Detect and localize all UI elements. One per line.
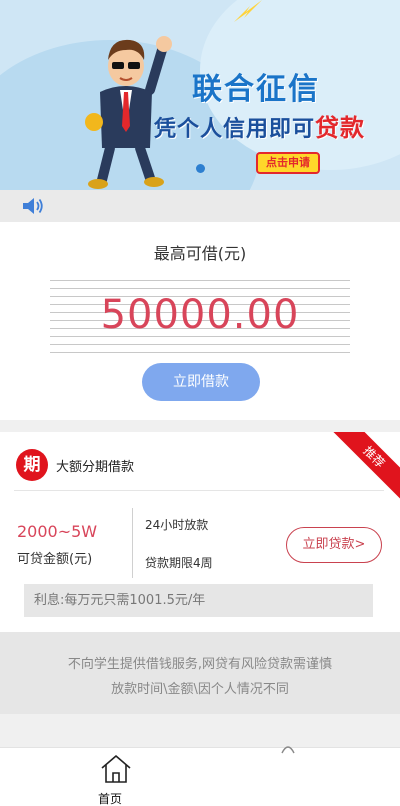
banner-subtitle-highlight: 贷款 bbox=[315, 114, 366, 142]
disclaimer: 不向学生提供借钱服务,网贷有风险贷款需谨慎 放款时间\金额\因个人情况不同 bbox=[0, 632, 400, 714]
speaker-icon bbox=[23, 198, 43, 214]
loan-summary-card: 最高可借(元) 50000.00 立即借款 bbox=[0, 222, 400, 420]
apply-loan-button[interactable]: 立即贷款> bbox=[286, 527, 382, 563]
promo-banner[interactable]: 联合征信 凭个人信用即可贷款 点击申请 bbox=[0, 0, 400, 190]
banner-subtitle-text: 凭个人信用即可 bbox=[154, 117, 316, 142]
banner-subtitle: 凭个人信用即可贷款 bbox=[154, 108, 365, 143]
borrow-now-button[interactable]: 立即借款 bbox=[142, 363, 260, 401]
carousel-indicator[interactable] bbox=[196, 164, 205, 173]
installment-icon: 期 bbox=[16, 449, 48, 481]
divider bbox=[14, 490, 384, 491]
recommended-ribbon: 推荐 bbox=[323, 432, 400, 508]
banner-apply-button[interactable]: 点击申请 bbox=[256, 152, 320, 174]
home-icon[interactable] bbox=[100, 754, 132, 784]
max-borrow-amount: 50000.00 bbox=[100, 292, 300, 338]
disclaimer-line: 放款时间\金额\因个人情况不同 bbox=[111, 682, 289, 697]
divider bbox=[132, 508, 133, 578]
max-borrow-label: 最高可借(元) bbox=[153, 244, 247, 263]
loan-product-card[interactable]: 推荐 期 大额分期借款 2000~5W 可贷金额(元) 24小时放款 贷款期限4… bbox=[0, 432, 400, 632]
loan-range: 2000~5W bbox=[17, 522, 98, 541]
disclaimer-line: 不向学生提供借钱服务,网贷有风险贷款需谨慎 bbox=[67, 657, 333, 672]
bottom-navigation: 首页 bbox=[0, 744, 400, 806]
interest-info: 利息:每万元只需1001.5元/年 bbox=[24, 584, 373, 617]
notice-bar bbox=[0, 190, 400, 222]
lightning-icon bbox=[234, 0, 262, 22]
feature-disbursement: 24小时放款 bbox=[145, 518, 209, 532]
profile-icon[interactable] bbox=[280, 744, 296, 754]
nav-home-label[interactable]: 首页 bbox=[98, 790, 122, 806]
banner-title: 联合征信 bbox=[192, 72, 320, 107]
loan-range-label: 可贷金额(元) bbox=[17, 552, 93, 567]
feature-term: 贷款期限4周 bbox=[145, 556, 213, 570]
product-name: 大额分期借款 bbox=[56, 460, 135, 475]
